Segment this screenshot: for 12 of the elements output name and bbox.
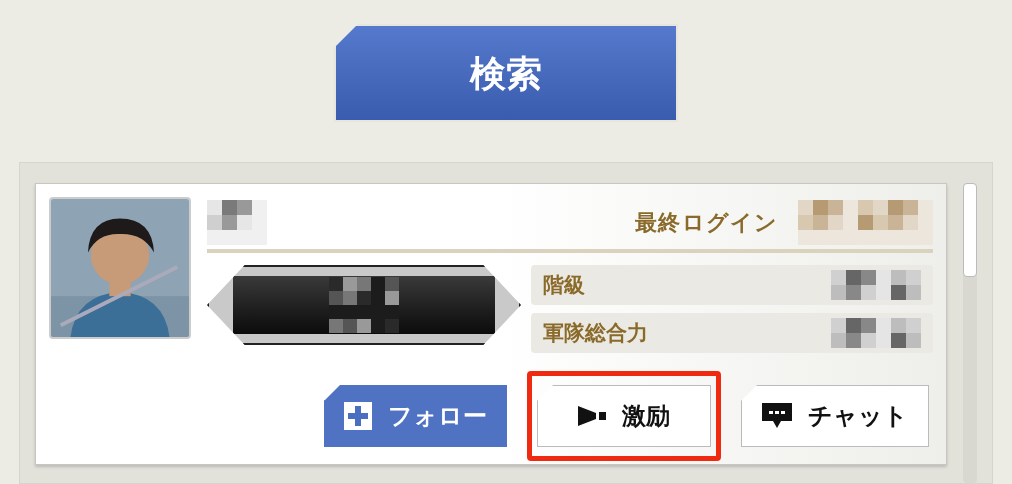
- plus-icon: [344, 402, 372, 430]
- cheer-button[interactable]: 激励: [537, 385, 711, 447]
- stat-label: 軍隊総合力: [543, 319, 648, 348]
- mosaic-drawing: [329, 277, 399, 333]
- search-button[interactable]: 検索: [334, 24, 678, 122]
- chat-button[interactable]: チャット: [741, 385, 929, 447]
- stat-label: 階級: [543, 271, 585, 300]
- mosaic-drawing: [207, 199, 267, 245]
- follow-button[interactable]: フォロー: [324, 385, 507, 447]
- chat-icon: [762, 403, 792, 429]
- megaphone-icon: [578, 404, 606, 428]
- last-login-label: 最終ログイン: [635, 207, 778, 237]
